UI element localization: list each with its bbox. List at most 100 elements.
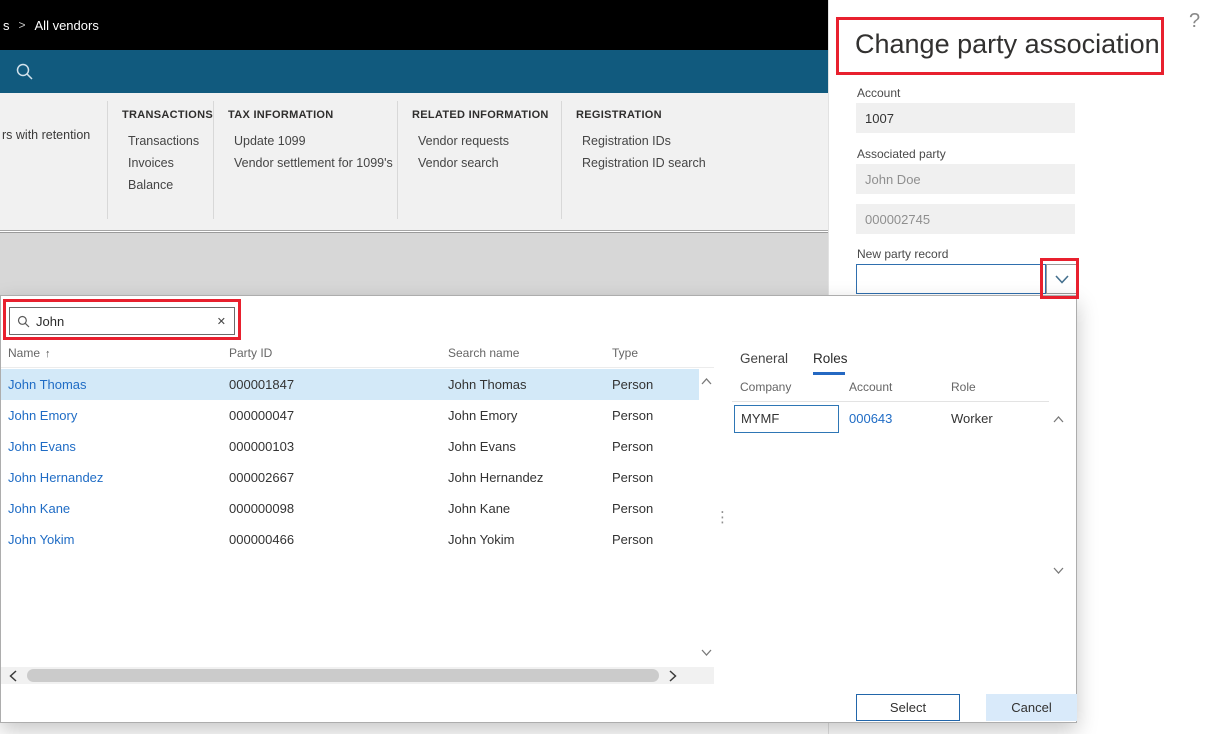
type-cell: Person [612,470,654,485]
breadcrumb-all-vendors[interactable]: All vendors [35,18,99,33]
menu-item-registration-id-search[interactable]: Registration ID search [562,152,828,174]
action-group-registration: REGISTRATION Registration IDs Registrati… [562,101,828,219]
company-cell[interactable]: MYMF [734,405,839,433]
type-cell: Person [612,532,654,547]
party-id-cell: 000002667 [229,470,295,485]
table-row[interactable]: John Evans 000000103 John Evans Person [1,431,699,462]
scroll-up-icon[interactable] [1051,414,1066,425]
clear-search-icon[interactable]: ✕ [217,315,226,328]
breadcrumb-fragment: s [3,17,10,33]
scroll-left-icon[interactable] [9,670,17,682]
help-icon[interactable]: ? [1189,10,1200,33]
menu-item-vendor-settlement[interactable]: Vendor settlement for 1099's [214,152,397,174]
party-id-cell: 000000466 [229,532,295,547]
type-cell: Person [612,408,654,423]
account-link[interactable]: 000643 [849,405,892,433]
party-lookup-popup: ✕ Name↑ Party ID Search name Type John T… [0,295,1077,723]
party-name-link[interactable]: John Thomas [8,369,87,400]
detail-vertical-scrollbar[interactable] [1050,414,1066,576]
cancel-button[interactable]: Cancel [986,694,1077,721]
splitter-handle[interactable]: ⋮ [715,508,730,526]
table-row[interactable]: John Thomas 000001847 John Thomas Person [1,369,699,400]
type-cell: Person [612,439,654,454]
scroll-down-icon[interactable] [1051,565,1066,576]
menu-item-vendor-search[interactable]: Vendor search [398,152,561,174]
scroll-right-icon[interactable] [669,670,677,682]
action-group-transactions: TRANSACTIONS Transactions Invoices Balan… [108,101,214,219]
search-name-cell: John Kane [448,501,511,516]
list-vertical-scrollbar[interactable] [698,376,714,658]
party-name-link[interactable]: John Emory [8,400,77,431]
action-group-spacer [0,101,108,219]
tab-general[interactable]: General [740,351,788,366]
menu-item-transactions[interactable]: Transactions [108,130,213,152]
table-row[interactable]: John Yokim 000000466 John Yokim Person [1,524,699,555]
search-name-cell: John Yokim [448,532,515,547]
content-background-band [0,232,828,295]
scrollbar-thumb[interactable] [27,669,659,682]
breadcrumb-separator-icon: > [18,18,26,32]
column-header-name[interactable]: Name ↑ [8,346,51,360]
type-cell: Person [612,377,654,392]
table-row[interactable]: John Emory 000000047 John Emory Person [1,400,699,431]
lookup-grid-header: Name ↑ Party ID Search name Type [1,341,714,368]
menu-item-registration-ids[interactable]: Registration IDs [562,130,828,152]
page-header-bar [0,50,828,93]
scroll-up-icon[interactable] [699,376,714,387]
group-title: RELATED INFORMATION [412,109,549,121]
group-title: TAX INFORMATION [228,109,334,121]
sort-ascending-icon: ↑ [45,348,51,360]
detail-header-divider [732,401,1049,402]
dialog-title: Change party association [855,29,1160,59]
menu-item-balance[interactable]: Balance [108,174,213,196]
column-header-account[interactable]: Account [849,380,892,394]
active-tab-underline [813,372,845,375]
table-row[interactable]: John Hernandez 000002667 John Hernandez … [1,462,699,493]
application-window: s > All vendors rs with retention TRANSA… [0,0,1215,734]
associated-party-name-field[interactable] [856,164,1075,194]
account-field[interactable] [856,103,1075,133]
party-name-link[interactable]: John Yokim [8,524,75,555]
search-input[interactable] [36,313,211,329]
select-button[interactable]: Select [856,694,960,721]
table-row[interactable]: John Kane 000000098 John Kane Person [1,493,699,524]
lookup-grid-body: John Thomas 000001847 John Thomas Person… [1,369,699,555]
group-title: REGISTRATION [576,109,662,121]
party-name-link[interactable]: John Kane [8,493,70,524]
column-header-company[interactable]: Company [740,380,791,394]
tab-roles[interactable]: Roles [813,351,848,366]
role-cell: Worker [951,411,993,426]
lookup-search-box[interactable]: ✕ [9,307,235,335]
column-header-search-name[interactable]: Search name [448,346,519,360]
column-header-party-id[interactable]: Party ID [229,346,272,360]
top-navigation-bar: s > All vendors [0,0,828,50]
action-pane: rs with retention TRANSACTIONS Transacti… [0,93,828,231]
new-party-dropdown-button[interactable] [1046,264,1077,294]
account-label: Account [857,86,901,100]
search-name-cell: John Emory [448,408,518,423]
party-name-link[interactable]: John Hernandez [8,462,103,493]
chevron-down-icon [1054,274,1069,284]
type-cell: Person [612,501,654,516]
horizontal-scrollbar[interactable] [1,667,714,684]
column-header-type[interactable]: Type [612,346,638,360]
associated-party-label: Associated party [857,147,946,161]
party-id-cell: 000000098 [229,501,295,516]
search-name-cell: John Hernandez [448,470,544,485]
party-id-cell: 000000047 [229,408,295,423]
party-id-cell: 000000103 [229,439,295,454]
search-name-cell: John Evans [448,439,516,454]
party-name-link[interactable]: John Evans [8,431,76,462]
action-group-tax-information: TAX INFORMATION Update 1099 Vendor settl… [214,101,398,219]
column-header-role[interactable]: Role [951,380,976,394]
scroll-down-icon[interactable] [699,647,714,658]
search-name-cell: John Thomas [448,377,527,392]
associated-party-id-field[interactable] [856,204,1075,234]
menu-item-vendor-requests[interactable]: Vendor requests [398,130,561,152]
party-id-cell: 000001847 [229,377,295,392]
search-icon[interactable] [15,62,34,81]
menu-item-update-1099[interactable]: Update 1099 [214,130,397,152]
new-party-record-field[interactable] [856,264,1046,294]
new-party-record-label: New party record [857,247,949,261]
menu-item-invoices[interactable]: Invoices [108,152,213,174]
